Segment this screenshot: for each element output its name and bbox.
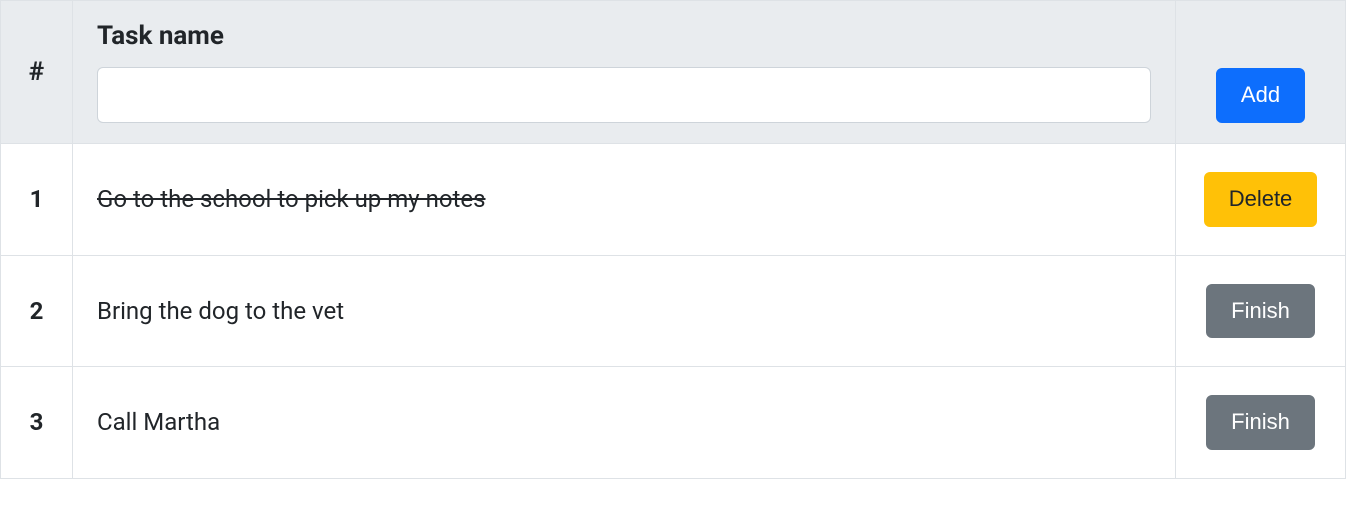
task-name-text: Call Martha — [97, 408, 220, 436]
task-table: # Task name Add 1 Go to the school to pi… — [0, 0, 1346, 479]
task-action-cell: Finish — [1176, 255, 1346, 367]
task-action-cell: Delete — [1176, 144, 1346, 256]
task-index: 3 — [1, 367, 73, 479]
finish-button[interactable]: Finish — [1206, 395, 1315, 450]
task-index: 2 — [1, 255, 73, 367]
task-name-input[interactable] — [97, 67, 1151, 123]
task-name-cell: Bring the dog to the vet — [73, 255, 1176, 367]
task-name-cell: Go to the school to pick up my notes — [73, 144, 1176, 256]
column-header-number: # — [1, 1, 73, 144]
task-action-cell: Finish — [1176, 367, 1346, 479]
task-name-text: Bring the dog to the vet — [97, 297, 344, 325]
add-button[interactable]: Add — [1216, 68, 1305, 123]
task-index: 1 — [1, 144, 73, 256]
column-header-taskname: Task name — [73, 1, 1176, 144]
column-header-action: Add — [1176, 1, 1346, 144]
table-row: 1 Go to the school to pick up my notes D… — [1, 144, 1346, 256]
table-row: 2 Bring the dog to the vet Finish — [1, 255, 1346, 367]
task-table-body: 1 Go to the school to pick up my notes D… — [1, 144, 1346, 479]
task-name-label: Task name — [97, 21, 1151, 51]
task-name-cell: Call Martha — [73, 367, 1176, 479]
finish-button[interactable]: Finish — [1206, 284, 1315, 339]
task-name-text: Go to the school to pick up my notes — [97, 185, 486, 213]
delete-button[interactable]: Delete — [1204, 172, 1318, 227]
table-row: 3 Call Martha Finish — [1, 367, 1346, 479]
